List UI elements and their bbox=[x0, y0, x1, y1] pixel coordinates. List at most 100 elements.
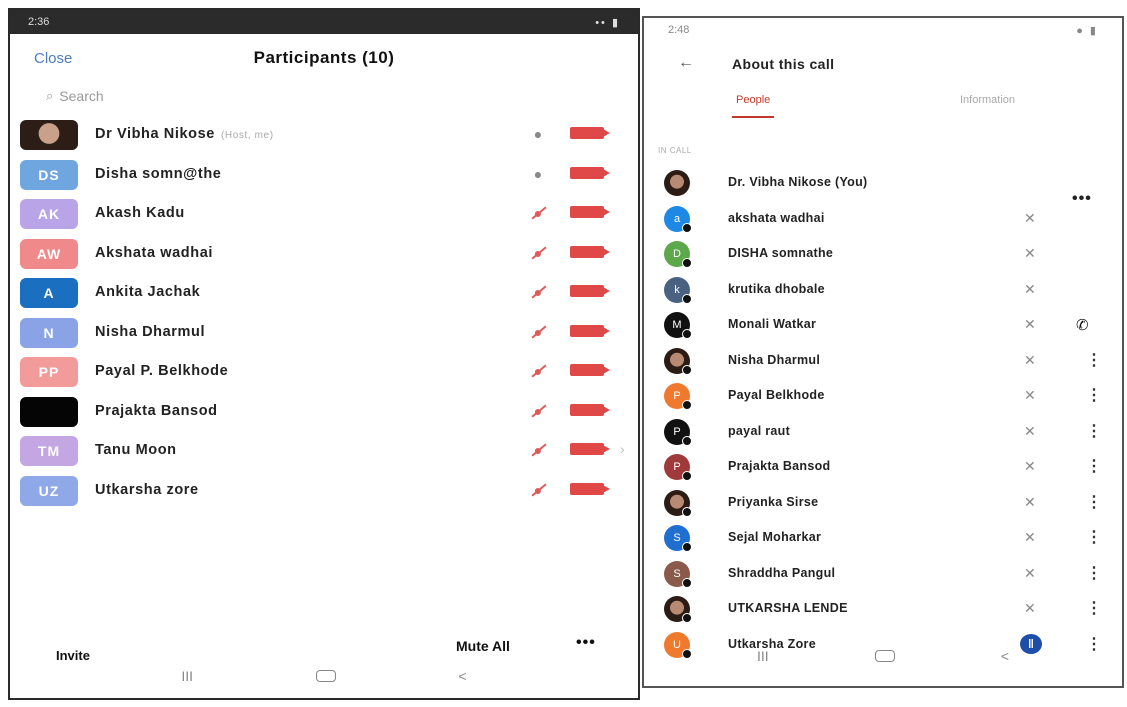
video-off-icon[interactable] bbox=[570, 206, 610, 218]
in-call-row[interactable]: D DISHA somnathe ✕ bbox=[644, 236, 1122, 272]
kebab-menu-icon[interactable]: ⋮ bbox=[1086, 421, 1102, 441]
participant-row[interactable]: Prajakta Bansod ● bbox=[10, 392, 638, 432]
kebab-menu-icon[interactable]: ⋮ bbox=[1086, 563, 1102, 583]
in-call-row[interactable]: a akshata wadhai ✕ bbox=[644, 201, 1122, 237]
kebab-menu-icon[interactable]: ⋮ bbox=[1086, 350, 1102, 370]
participant-name-text: Ankita Jachak bbox=[95, 284, 201, 300]
search-input[interactable]: ⌕ Search bbox=[46, 88, 104, 104]
avatar: N bbox=[20, 317, 78, 348]
about-call-header: ← About this call bbox=[644, 48, 1122, 84]
participant-row[interactable]: UZ Utkarsha zore ● bbox=[10, 471, 638, 511]
mic-muted-icon[interactable]: ● bbox=[530, 402, 546, 420]
recents-button[interactable]: III bbox=[181, 668, 193, 684]
video-off-icon[interactable] bbox=[570, 364, 610, 376]
video-off-icon[interactable] bbox=[570, 443, 610, 455]
mic-muted-icon: ✕ bbox=[1024, 351, 1036, 368]
back-arrow-icon[interactable]: ← bbox=[678, 54, 694, 72]
video-off-icon[interactable] bbox=[570, 324, 610, 337]
chevron-right-icon: › bbox=[620, 441, 625, 457]
search-placeholder: Search bbox=[59, 88, 104, 104]
participant-name-text: Dr Vibha Nikose bbox=[95, 126, 215, 142]
video-off-icon[interactable] bbox=[570, 166, 610, 179]
avatar: TM bbox=[20, 436, 78, 466]
avatar: S bbox=[664, 560, 692, 588]
about-call-screen: 2:48 ● ▮ ← About this call People Inform… bbox=[642, 16, 1124, 688]
mic-icon[interactable]: ● bbox=[530, 125, 546, 143]
in-call-row[interactable]: S Sejal Moharkar ✕ ⋮ bbox=[644, 520, 1122, 556]
mic-muted-icon[interactable]: ● bbox=[530, 204, 546, 222]
in-call-row[interactable]: P Payal Belkhode ✕ ⋮ bbox=[644, 378, 1122, 414]
back-button[interactable]: < bbox=[458, 668, 466, 684]
mic-muted-icon: ✕ bbox=[1024, 387, 1036, 403]
in-call-row[interactable]: M Monali Watkar ✕ bbox=[644, 307, 1122, 343]
mic-muted-icon[interactable]: ● bbox=[530, 244, 546, 262]
kebab-menu-icon[interactable]: ⋮ bbox=[1086, 527, 1102, 547]
participant-name-text: Tanu Moon bbox=[95, 442, 177, 458]
mic-muted-icon: ✕ bbox=[1024, 529, 1036, 545]
kebab-menu-icon[interactable]: ⋮ bbox=[1086, 385, 1102, 405]
mute-all-button[interactable]: Mute All bbox=[456, 638, 510, 654]
mic-muted-icon[interactable]: ● bbox=[530, 481, 546, 499]
mic-muted-icon[interactable]: ● bbox=[530, 441, 546, 459]
mic-muted-icon[interactable]: ● bbox=[530, 283, 546, 301]
participant-row[interactable]: TM Tanu Moon ● › bbox=[10, 431, 638, 471]
participant-name-text: Disha somn@the bbox=[95, 165, 222, 182]
participant-row[interactable]: AK Akash Kadu ● bbox=[10, 194, 638, 234]
in-call-row[interactable]: Nisha Dharmul ✕ ⋮ bbox=[644, 343, 1122, 379]
participant-row[interactable]: Dr Vibha Nikose (Host, me) ● bbox=[10, 115, 638, 155]
more-options-button[interactable]: ••• bbox=[1072, 190, 1092, 208]
status-bar: 2:36 •• ▮ bbox=[10, 10, 638, 34]
more-options-button[interactable]: ••• bbox=[576, 634, 596, 652]
participant-row[interactable]: PP Payal P. Belkhode ● bbox=[10, 352, 638, 392]
in-call-row[interactable]: Ppayal raut ✕ ⋮ bbox=[644, 414, 1122, 450]
avatar bbox=[664, 347, 692, 375]
in-call-row[interactable]: UTKARSHA LENDE ✕ ⋮ bbox=[644, 591, 1122, 627]
search-icon: ⌕ bbox=[46, 88, 54, 103]
participant-name-text: Utkarsha zore bbox=[95, 481, 199, 498]
avatar: P bbox=[664, 383, 692, 410]
tab-people[interactable]: People bbox=[731, 94, 775, 118]
member-name: Priyanka Sirse bbox=[728, 494, 819, 509]
avatar: A bbox=[20, 278, 78, 308]
participant-row[interactable]: A Ankita Jachak ● bbox=[10, 273, 638, 313]
in-call-row[interactable]: Priyanka Sirse ✕ ⋮ bbox=[644, 485, 1122, 521]
home-button[interactable] bbox=[315, 670, 336, 682]
system-nav-bar: III < bbox=[644, 634, 1122, 678]
mic-muted-icon: ✕ bbox=[1024, 245, 1036, 261]
avatar: UZ bbox=[20, 475, 78, 506]
participant-row[interactable]: AW Akshata wadhai ● bbox=[10, 234, 638, 274]
in-call-row[interactable]: S Shraddha Pangul ✕ ⋮ bbox=[644, 556, 1122, 592]
phone-icon[interactable]: ✆ bbox=[1076, 316, 1089, 334]
kebab-menu-icon[interactable]: ⋮ bbox=[1086, 492, 1102, 512]
member-name: Monali Watkar bbox=[728, 317, 817, 331]
video-off-icon[interactable] bbox=[570, 245, 610, 258]
participant-name: Nisha Dharmul bbox=[95, 324, 205, 340]
mic-muted-icon: ✕ bbox=[1024, 458, 1036, 474]
in-call-row[interactable]: P Prajakta Bansod ✕ ⋮ bbox=[644, 449, 1122, 485]
video-off-icon[interactable] bbox=[570, 127, 610, 139]
in-call-row[interactable]: Dr. Vibha Nikose (You) bbox=[644, 165, 1122, 201]
avatar: D bbox=[664, 241, 692, 268]
participant-row[interactable]: N Nisha Dharmul ● bbox=[10, 313, 638, 353]
video-off-icon[interactable] bbox=[570, 285, 610, 297]
tab-information[interactable]: Information bbox=[960, 94, 1015, 106]
back-button[interactable]: < bbox=[1001, 648, 1009, 664]
in-call-list: Dr. Vibha Nikose (You) a akshata wadhai ✕ D D… bbox=[644, 165, 1122, 662]
participant-row[interactable]: DS Disha somn@the ● bbox=[10, 155, 638, 195]
video-off-icon[interactable] bbox=[570, 482, 610, 495]
tab-bar: People Information bbox=[644, 88, 1122, 122]
mic-muted-icon[interactable]: ● bbox=[530, 362, 546, 380]
kebab-menu-icon[interactable]: ⋮ bbox=[1086, 456, 1102, 476]
mic-icon[interactable]: ● bbox=[530, 165, 546, 183]
recents-button[interactable]: III bbox=[757, 648, 769, 664]
mic-muted-icon[interactable]: ● bbox=[530, 323, 546, 341]
kebab-menu-icon[interactable]: ⋮ bbox=[1086, 598, 1102, 618]
home-button[interactable] bbox=[874, 650, 895, 662]
mic-muted-icon: ✕ bbox=[1024, 493, 1036, 510]
in-call-row[interactable]: k krutika dhobale ✕ bbox=[644, 272, 1122, 308]
video-off-icon[interactable] bbox=[570, 403, 610, 416]
participant-name-text: Akshata wadhai bbox=[95, 244, 213, 261]
mic-muted-icon: ✕ bbox=[1024, 209, 1036, 226]
member-name: Nisha Dharmul bbox=[728, 352, 821, 367]
participant-name-text: Akash Kadu bbox=[95, 205, 185, 221]
